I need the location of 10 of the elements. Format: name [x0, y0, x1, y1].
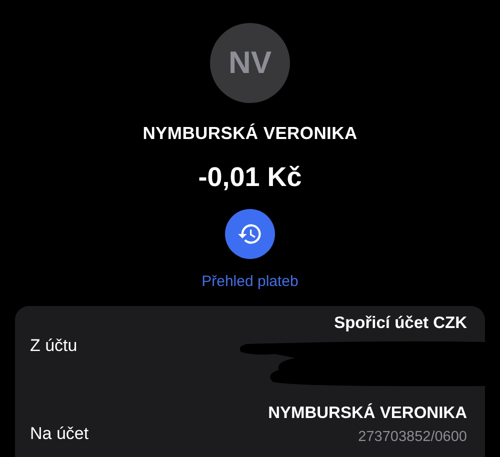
detail-value: NYMBURSKÁ VERONIKA	[268, 404, 467, 423]
detail-label: Na účet	[30, 424, 89, 444]
detail-value: Spořicí účet CZK	[334, 314, 467, 333]
history-button[interactable]	[225, 209, 275, 259]
amount: -0,01 Kč	[198, 162, 302, 193]
detail-label: Z účtu	[30, 336, 78, 356]
account-number: 273703852/0600	[358, 429, 467, 445]
payment-overview-link[interactable]: Přehled plateb	[202, 273, 298, 290]
payee-name: NYMBURSKÁ VERONIKA	[142, 123, 358, 144]
avatar: NV	[210, 23, 290, 103]
